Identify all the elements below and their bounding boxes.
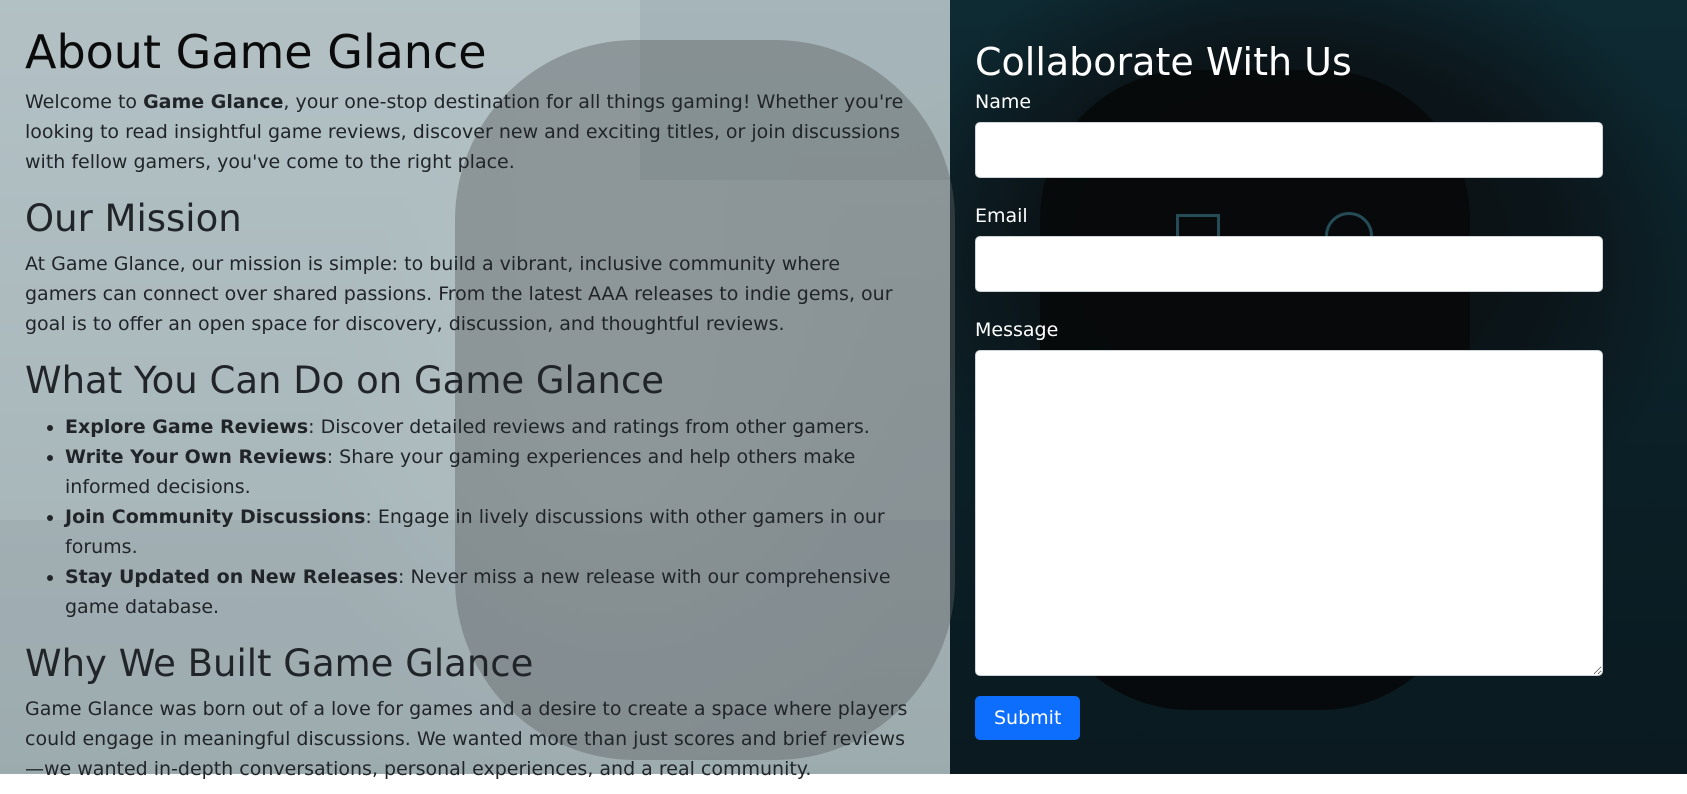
email-label: Email [975, 204, 1028, 227]
contact-heading: Collaborate With Us [975, 40, 1352, 84]
feature-title: Join Community Discussions [65, 505, 366, 528]
page-title: About Game Glance [25, 25, 487, 79]
message-label: Message [975, 318, 1059, 341]
list-item: Explore Game Reviews: Discover detailed … [65, 412, 915, 442]
list-item: Write Your Own Reviews: Share your gamin… [65, 442, 915, 502]
mission-paragraph: At Game Glance, our mission is simple: t… [25, 253, 893, 336]
list-item: Join Community Discussions: Engage in li… [65, 502, 915, 562]
submit-button[interactable]: Submit [975, 695, 1081, 740]
mission-heading: Our Mission [25, 196, 242, 240]
email-field[interactable] [975, 235, 1603, 292]
feature-title: Stay Updated on New Releases [65, 565, 399, 588]
features-list: Explore Game Reviews: Discover detailed … [25, 412, 915, 622]
features-heading: What You Can Do on Game Glance [25, 359, 665, 403]
intro-text-pre: Welcome to [25, 90, 144, 113]
message-field[interactable] [975, 349, 1603, 676]
contact-form: Name Email Message Submit [975, 90, 1605, 740]
intro-brand: Game Glance [143, 90, 284, 113]
feature-title: Write Your Own Reviews [65, 445, 327, 468]
intro-paragraph: Welcome to Game Glance, your one-stop de… [25, 87, 915, 177]
about-section: About Game Glance Welcome to Game Glance… [25, 20, 915, 794]
name-field[interactable] [975, 121, 1603, 178]
name-label: Name [975, 90, 1032, 113]
feature-title: Explore Game Reviews [65, 415, 309, 438]
why-paragraph: Game Glance was born out of a love for g… [25, 698, 908, 781]
list-item: Stay Updated on New Releases: Never miss… [65, 562, 915, 622]
feature-text: : Discover detailed reviews and ratings … [308, 415, 870, 438]
why-heading: Why We Built Game Glance [25, 641, 534, 685]
contact-section: Collaborate With Us Name Email Message S… [975, 40, 1605, 740]
